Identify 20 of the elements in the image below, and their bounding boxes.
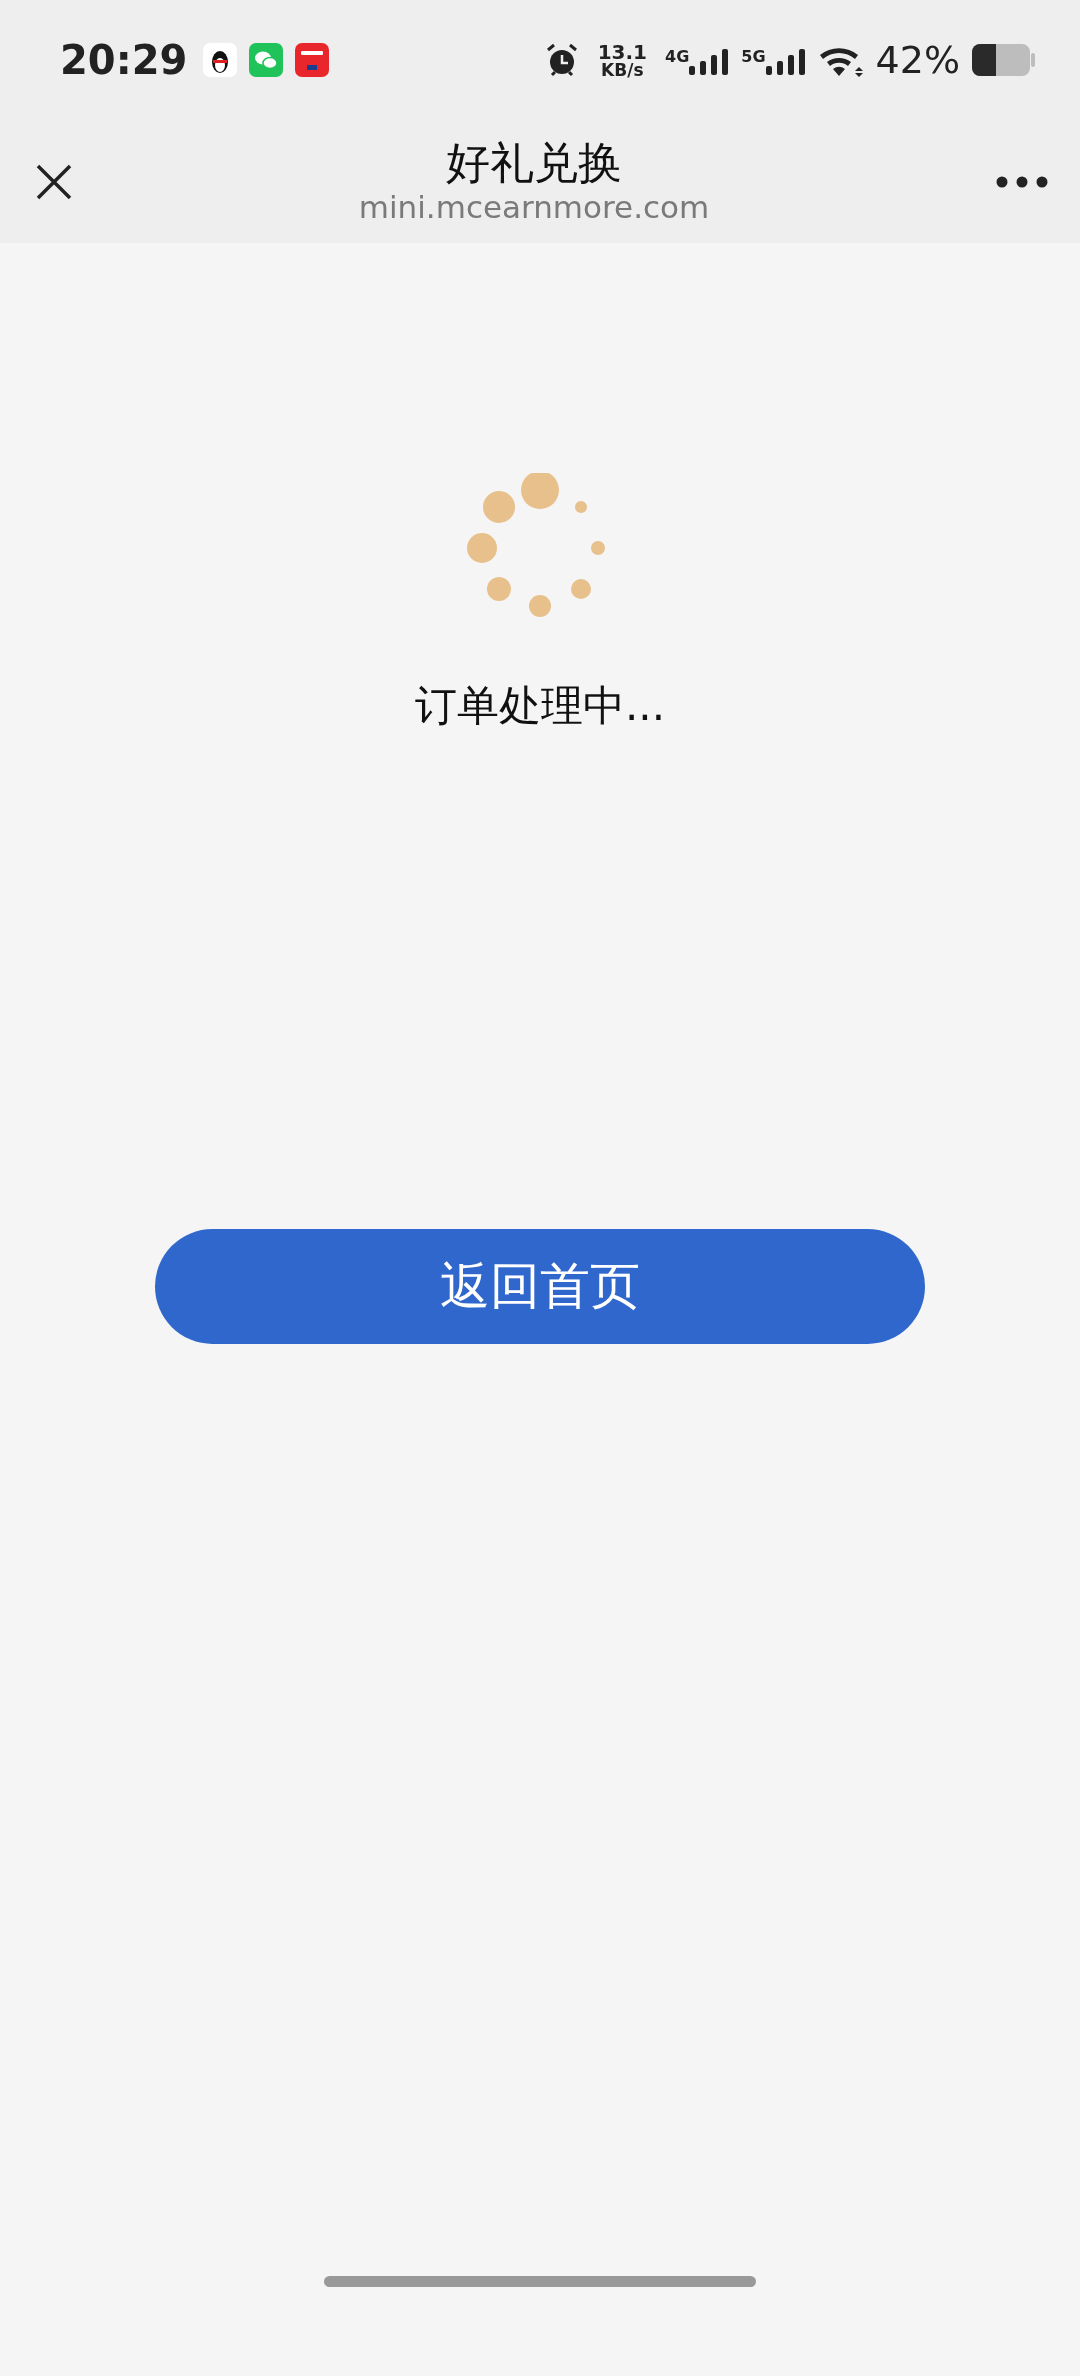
speed-unit: KB/s (601, 61, 644, 79)
loading-message: 订单处理中... (414, 680, 666, 732)
payment-app-icon (295, 43, 330, 77)
more-button[interactable] (996, 175, 1048, 188)
more-icon (996, 175, 1048, 188)
network-type: 5G (741, 49, 766, 65)
signal-bars-icon (765, 49, 806, 75)
close-button[interactable] (36, 163, 72, 200)
page-title: 好礼兑换 (446, 136, 622, 190)
signal-bars-icon (689, 49, 730, 75)
network-speed: 13.1 (597, 41, 647, 62)
battery-icon (972, 42, 1036, 78)
chat-bubbles-icon (249, 43, 284, 77)
penguin-icon (203, 43, 238, 77)
battery-percentage: 42% (875, 38, 960, 82)
clock-time: 20:29 (60, 37, 188, 83)
home-button[interactable]: 返回首页 (155, 1229, 925, 1344)
close-icon (36, 163, 72, 200)
page-url: mini.mcearnmore.com (358, 189, 710, 227)
network-type: 4G (665, 49, 690, 65)
